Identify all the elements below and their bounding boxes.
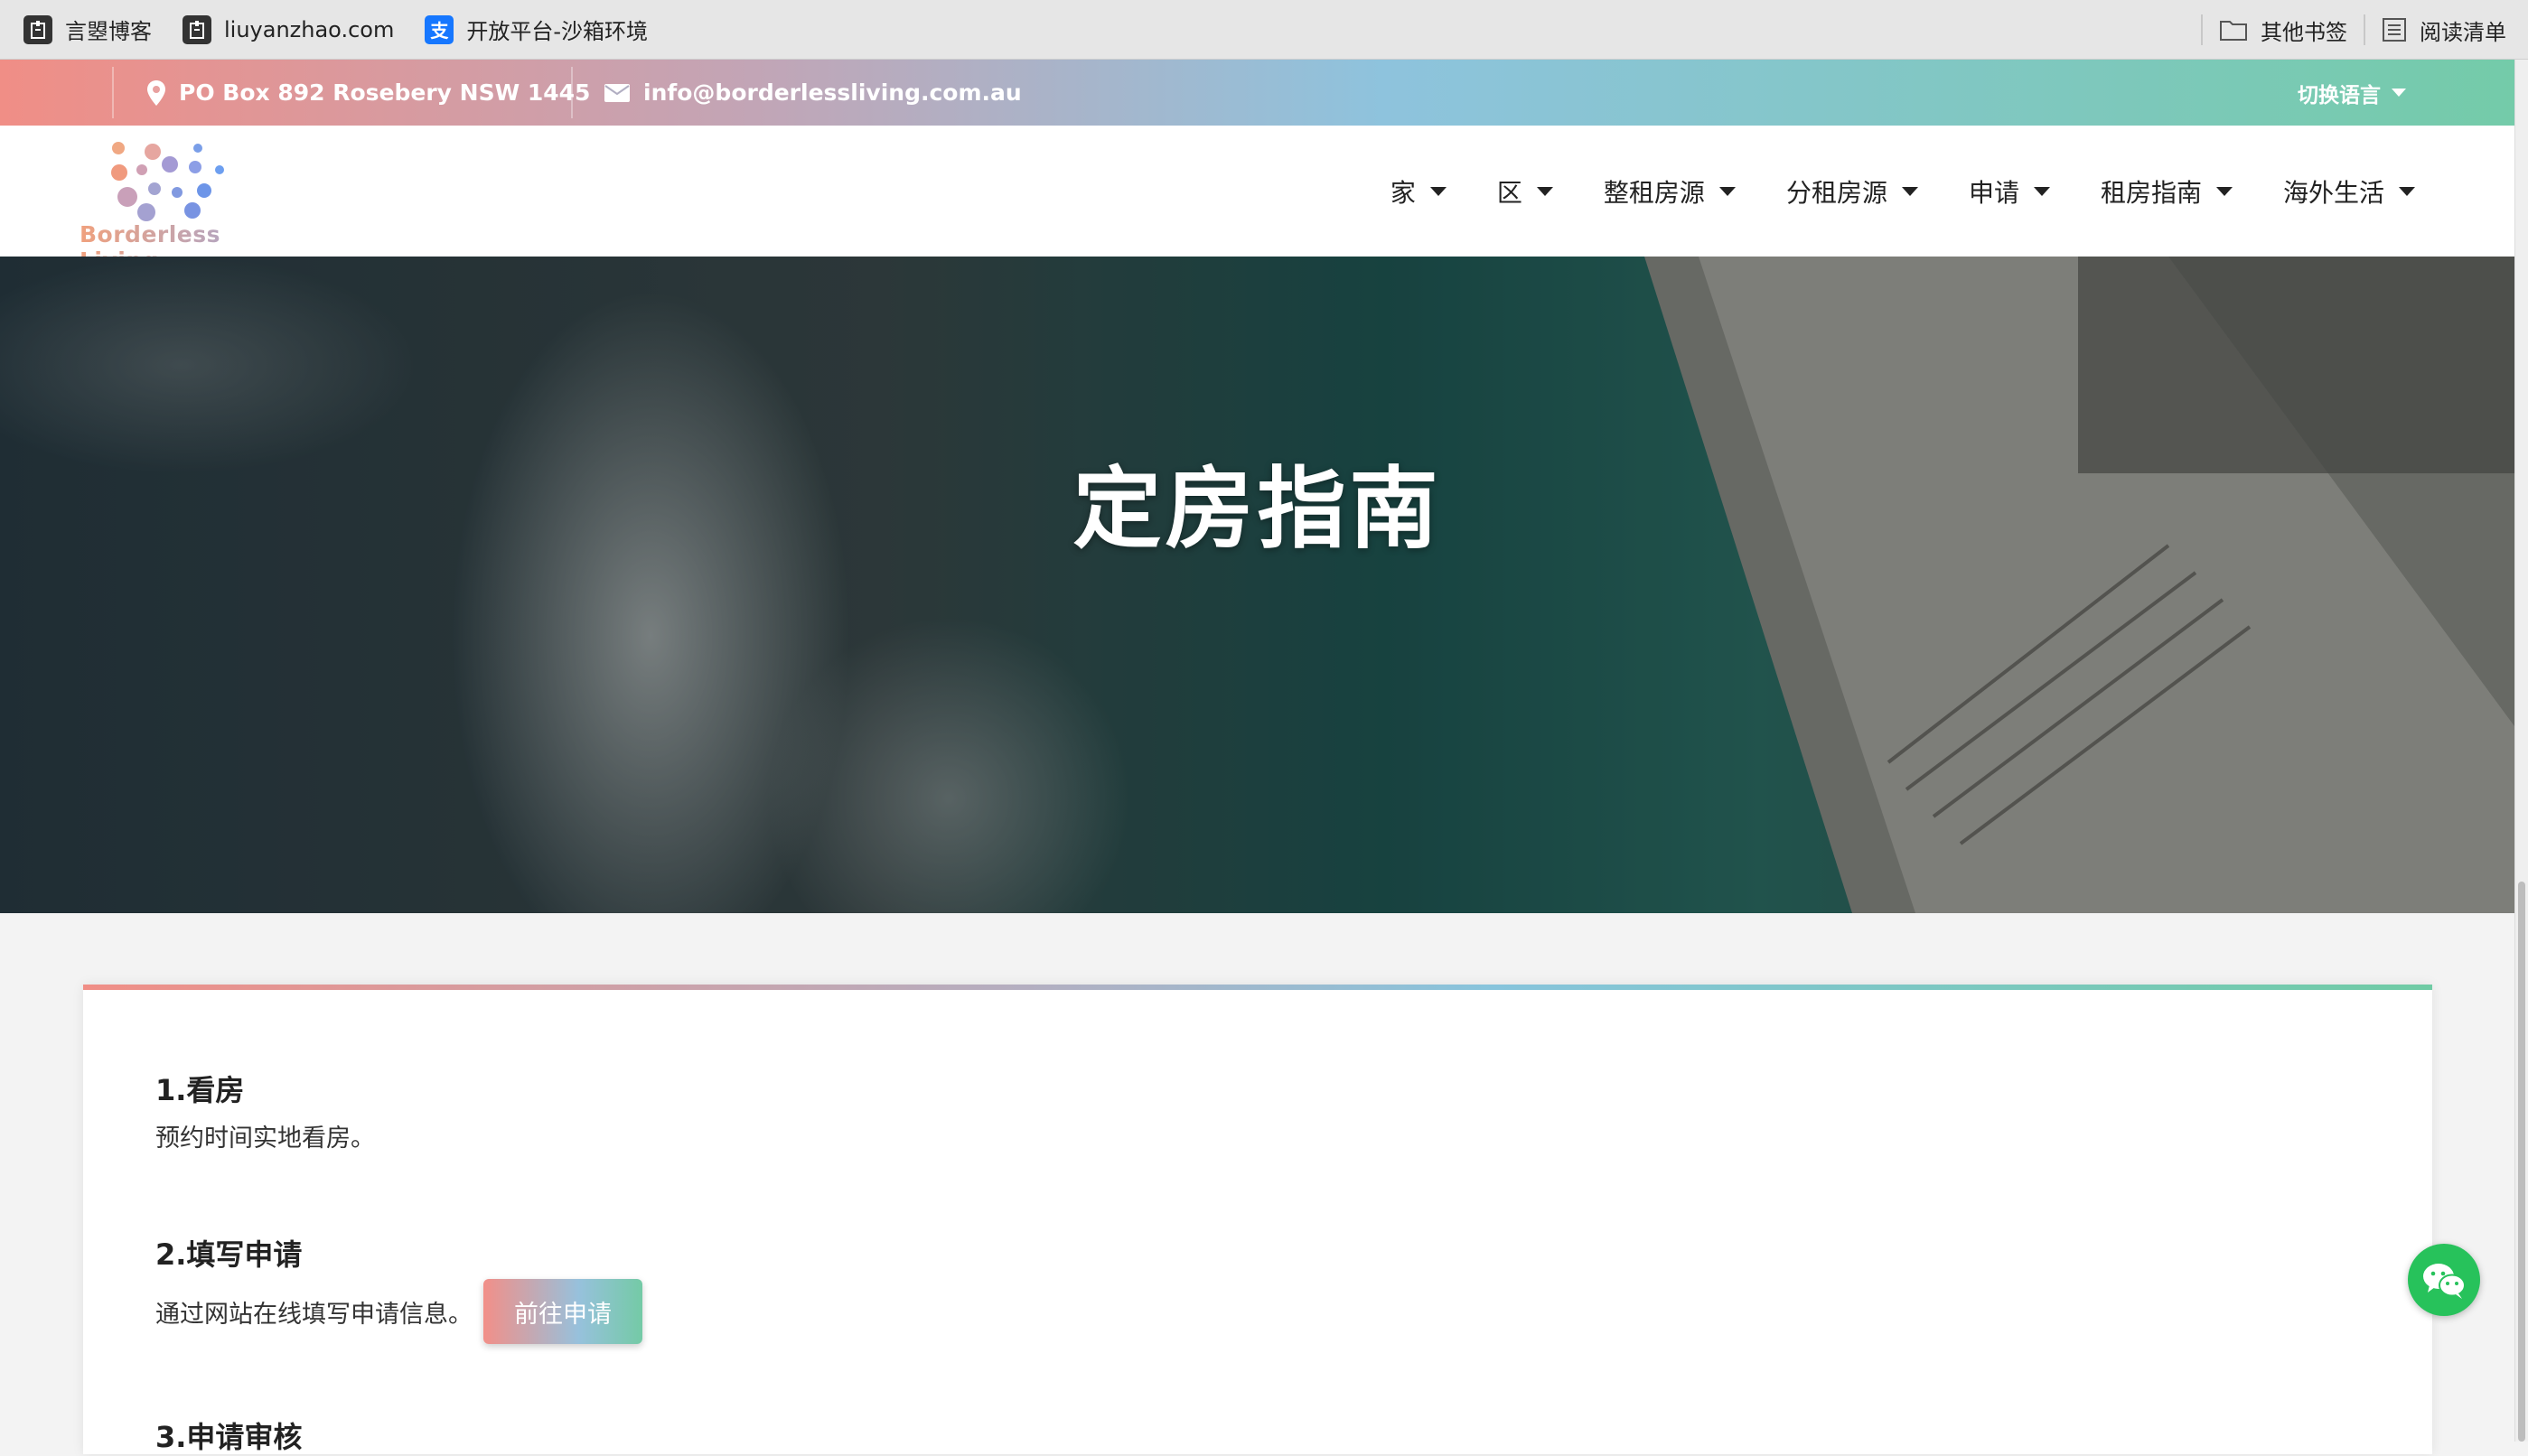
step-description: 预约时间实地看房。: [155, 1118, 375, 1153]
bookmark-item[interactable]: 言曌博客: [23, 0, 152, 60]
topbar-divider: [571, 67, 573, 118]
logo-dot: [172, 187, 183, 198]
nav-item-area[interactable]: 区: [1497, 173, 1553, 210]
logo-dot: [189, 161, 201, 173]
email-text: info@borderlessliving.com.au: [643, 79, 1022, 106]
wechat-float-button[interactable]: [2408, 1244, 2480, 1316]
step-description: 通过网站在线填写申请信息。 前往申请: [155, 1279, 642, 1344]
nav-item-shared-rent[interactable]: 分租房源: [1786, 173, 1918, 210]
nav-item-label: 整租房源: [1603, 177, 1705, 208]
reading-list-icon: [2382, 17, 2407, 42]
step-title: 3.申请审核: [155, 1420, 303, 1454]
other-bookmarks-label: 其他书签: [2261, 19, 2347, 45]
logo-dot: [117, 187, 137, 207]
chevron-down-icon: [1901, 186, 1918, 196]
step-description-text: 通过网站在线填写申请信息。: [155, 1300, 473, 1329]
wechat-icon: [2423, 1264, 2466, 1299]
language-switcher[interactable]: 切换语言: [2298, 60, 2406, 126]
nav-item-label: 海外生活: [2282, 177, 2384, 208]
chevron-down-icon: [1536, 186, 1553, 196]
address-info: PO Box 892 Rosebery NSW 1445: [146, 60, 590, 126]
nav-item-label: 申请: [1968, 177, 2019, 208]
bookmark-site-icon: [23, 14, 52, 44]
address-text: PO Box 892 Rosebery NSW 1445: [179, 79, 591, 106]
logo-dot: [111, 164, 127, 181]
hero-banner: 定房指南: [0, 257, 2514, 913]
step-title: 2.填写申请: [155, 1237, 303, 1272]
bookmark-label: 开放平台-沙箱环境: [466, 19, 649, 44]
logo-dot: [197, 183, 211, 198]
reading-list-button[interactable]: 阅读清单: [2382, 0, 2506, 60]
page-scrollbar[interactable]: [2514, 60, 2528, 1442]
topbar-divider: [112, 67, 114, 118]
nav-item-home[interactable]: 家: [1390, 173, 1447, 210]
language-label: 切换语言: [2298, 83, 2381, 107]
chevron-down-icon: [1718, 186, 1736, 196]
nav-item-whole-rent[interactable]: 整租房源: [1604, 173, 1736, 210]
logo-dot: [162, 156, 178, 173]
logo-dot: [184, 202, 201, 219]
logo-dot: [215, 165, 224, 174]
email-link[interactable]: info@borderlessliving.com.au: [604, 60, 1022, 126]
site-header: Borderless Living 家 区 整租房源 分租房源 申请 租房指南 …: [0, 126, 2514, 274]
chevron-down-icon: [2033, 186, 2050, 196]
alipay-icon: 支: [425, 14, 454, 44]
nav-item-rental-guide[interactable]: 租房指南: [2101, 173, 2233, 210]
logo-dot: [136, 164, 147, 175]
step-description-text: 预约时间实地看房。: [155, 1125, 375, 1153]
folder-icon: [2219, 18, 2248, 42]
hero-title: 定房指南: [1072, 458, 1442, 561]
main-nav: 家 区 整租房源 分租房源 申请 租房指南 海外生活: [1340, 126, 2415, 257]
mail-icon: [604, 83, 630, 102]
bookmarks-bar: 言曌博客 liuyanzhao.com 支 开放平台-沙箱环境 其他书签 阅读清…: [0, 0, 2528, 60]
site-logo[interactable]: Borderless Living: [80, 131, 278, 274]
nav-item-label: 家: [1390, 177, 1416, 208]
logo-dot: [148, 182, 161, 195]
logo-dot: [137, 203, 155, 221]
nav-item-label: 区: [1496, 177, 1522, 208]
chevron-down-icon: [2215, 186, 2233, 196]
chevron-down-icon: [1429, 186, 1447, 196]
nav-item-label: 分租房源: [1785, 177, 1887, 208]
scrollbar-thumb[interactable]: [2518, 882, 2525, 1442]
logo-dot: [112, 142, 125, 154]
guide-card: 1.看房 预约时间实地看房。 2.填写申请 通过网站在线填写申请信息。 前往申请…: [83, 985, 2432, 1454]
bookmark-site-icon: [183, 14, 211, 44]
top-info-bar: PO Box 892 Rosebery NSW 1445 info@border…: [0, 60, 2514, 126]
reading-list-label: 阅读清单: [2420, 19, 2506, 45]
other-bookmarks-button[interactable]: 其他书签: [2219, 0, 2347, 60]
logo-dot: [145, 144, 161, 160]
location-pin-icon: [147, 79, 165, 106]
card-gradient-border: [83, 985, 2432, 990]
bookmark-label: liuyanzhao.com: [224, 16, 395, 42]
step-title: 1.看房: [155, 1073, 245, 1107]
bookmark-separator: [2364, 14, 2365, 45]
nav-item-overseas-life[interactable]: 海外生活: [2283, 173, 2415, 210]
chevron-down-icon: [2392, 89, 2406, 97]
chevron-down-icon: [2399, 186, 2415, 196]
hero-background-image: [0, 257, 2514, 913]
logo-dot: [193, 144, 202, 153]
bookmark-label: 言曌博客: [65, 19, 152, 44]
bookmark-item[interactable]: liuyanzhao.com: [183, 0, 394, 60]
bookmark-item[interactable]: 支 开放平台-沙箱环境: [425, 0, 648, 60]
nav-item-label: 租房指南: [2100, 177, 2202, 208]
bookmark-separator: [2201, 14, 2203, 45]
go-apply-button[interactable]: 前往申请: [483, 1279, 642, 1344]
nav-item-apply[interactable]: 申请: [1969, 173, 2050, 210]
